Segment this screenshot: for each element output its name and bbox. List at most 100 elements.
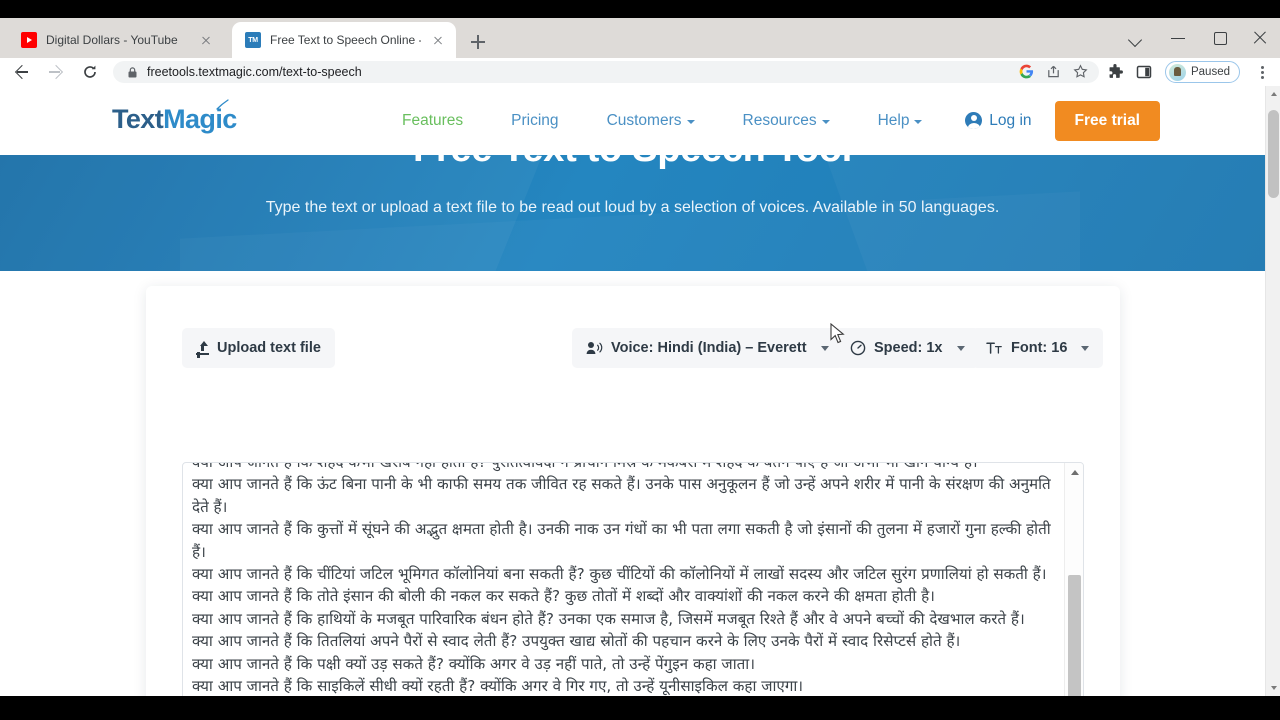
side-panel-icon[interactable] — [1136, 64, 1152, 80]
toolbar-right: Paused — [1107, 61, 1280, 83]
login-label: Log in — [989, 111, 1032, 129]
upload-text-file-button[interactable]: Upload text file — [182, 328, 335, 368]
text-line: क्या आप जानते हैं कि तोते इंसान की बोली … — [192, 587, 935, 606]
nav-label: Resources — [742, 111, 817, 129]
text-line: क्या आप जानते हैं कि तितलियां अपने पैरों… — [192, 632, 961, 651]
text-line: क्या आप जानते हैं कि हाथियों के मजबूत पा… — [192, 609, 1025, 628]
tool-controls: Upload text file Voice: Hindi (India) – … — [182, 328, 1104, 368]
page-viewport: TextMagic Features Pricing Customers Res… — [0, 86, 1280, 696]
close-window-icon[interactable] — [1248, 26, 1272, 50]
voice-icon — [586, 341, 603, 355]
hero-banner: Free Text to Speech Tool Type the text o… — [0, 155, 1265, 271]
youtube-icon — [21, 32, 37, 48]
letterbox-bottom — [0, 696, 1280, 720]
forward-icon[interactable] — [43, 59, 69, 85]
scroll-down-icon[interactable] — [1266, 680, 1280, 696]
chevron-down-icon — [914, 119, 923, 124]
share-icon[interactable] — [1046, 64, 1062, 80]
nav-item-features[interactable]: Features — [378, 112, 487, 130]
page-title: Free Text to Speech Tool — [0, 155, 1265, 171]
chevron-down-icon — [1081, 345, 1090, 351]
text-line: क्या आप जानते हैं कि कुत्तों में सूंघने … — [192, 520, 1051, 561]
nav-label: Features — [402, 111, 464, 129]
textmagic-icon: TM — [245, 32, 261, 48]
profile-chip[interactable]: Paused — [1164, 61, 1240, 83]
hero-subtitle: Type the text or upload a text file to b… — [265, 199, 1000, 216]
text-line: क्या आप जानते हैं कि ऊंट बिना पानी के भी… — [192, 475, 1051, 516]
nav-item-pricing[interactable]: Pricing — [487, 112, 582, 130]
font-label: Font: 16 — [1011, 340, 1068, 356]
text-to-speech-card: Upload text file Voice: Hindi (India) – … — [146, 286, 1120, 696]
nav-item-help[interactable]: Help — [854, 112, 947, 130]
text-line: क्या आप जानते हैं कि पक्षी क्यों उड़ सकत… — [192, 654, 755, 673]
omnibox[interactable]: freetools.textmagic.com/text-to-speech — [113, 61, 1099, 83]
textarea-scrollbar[interactable] — [1064, 463, 1083, 696]
close-icon[interactable] — [430, 32, 446, 48]
avatar — [1168, 63, 1186, 81]
scroll-up-icon[interactable] — [1266, 86, 1280, 102]
chevron-down-icon — [686, 119, 695, 124]
site-nav: Features Pricing Customers Resources Hel… — [378, 86, 946, 155]
nav-item-customers[interactable]: Customers — [583, 112, 719, 130]
new-tab-button[interactable] — [466, 30, 490, 54]
upload-label: Upload text file — [217, 340, 321, 356]
kebab-menu-icon[interactable] — [1253, 63, 1271, 81]
bookmark-star-icon[interactable] — [1073, 64, 1089, 80]
extensions-puzzle-icon[interactable] — [1107, 64, 1123, 80]
browser-toolbar: freetools.textmagic.com/text-to-speech P… — [0, 58, 1280, 86]
logo-text-part1: Text — [112, 104, 164, 134]
nav-label: Pricing — [511, 111, 559, 129]
nav-item-resources[interactable]: Resources — [719, 112, 854, 130]
signal-wave-icon — [215, 98, 231, 112]
reload-icon[interactable] — [77, 59, 103, 85]
lock-icon — [126, 66, 139, 79]
speedometer-icon — [850, 340, 866, 356]
browser-tab-textmagic[interactable]: TM Free Text to Speech Online - Text — [232, 22, 456, 58]
page-scrollbar[interactable] — [1265, 86, 1280, 696]
chevron-down-icon — [956, 345, 965, 351]
text-line: क्या आप जानते हैं कि साइकिलें सीधी क्यों… — [192, 677, 804, 696]
nav-label: Customers — [606, 111, 682, 129]
text-clip: क्या आप जानते हैं कि शहद कभी खराब नहीं ह… — [183, 463, 1064, 696]
tab-title: Free Text to Speech Online - Text — [270, 33, 421, 47]
font-size-icon — [986, 341, 1003, 355]
letterbox-top — [0, 0, 1280, 18]
browser-tabstrip: Digital Dollars - YouTube TM Free Text t… — [0, 18, 1280, 58]
scrollbar-thumb[interactable] — [1268, 110, 1279, 198]
scroll-up-icon[interactable] — [1065, 464, 1083, 481]
omnibox-icons — [1019, 64, 1093, 80]
voice-select[interactable]: Voice: Hindi (India) – Everett — [572, 328, 843, 368]
site-header: TextMagic Features Pricing Customers Res… — [0, 86, 1265, 155]
voice-label: Voice: Hindi (India) – Everett — [611, 340, 807, 356]
back-icon[interactable] — [9, 59, 35, 85]
speed-select[interactable]: Speed: 1x — [836, 328, 979, 368]
text-content: क्या आप जानते हैं कि शहद कभी खराब नहीं ह… — [192, 463, 1056, 696]
nav-label: Help — [877, 111, 910, 129]
minimize-icon[interactable] — [1166, 26, 1190, 50]
chevron-down-icon — [820, 345, 829, 351]
screen: Digital Dollars - YouTube TM Free Text t… — [0, 0, 1280, 720]
chevron-down-icon — [821, 119, 830, 124]
text-line: क्या आप जानते हैं कि शहद कभी खराब नहीं ह… — [192, 463, 1056, 473]
mouse-cursor — [830, 322, 846, 345]
scrollbar-thumb[interactable] — [1068, 575, 1081, 696]
speed-label: Speed: 1x — [874, 340, 943, 356]
address-bar-url: freetools.textmagic.com/text-to-speech — [147, 65, 362, 79]
free-trial-button[interactable]: Free trial — [1054, 100, 1160, 141]
header-actions: Log in Free trial — [965, 86, 1160, 155]
textmagic-logo[interactable]: TextMagic — [112, 99, 237, 134]
window-controls — [1100, 18, 1280, 58]
person-icon — [965, 112, 983, 129]
upload-icon — [196, 341, 209, 355]
text-input-area[interactable]: क्या आप जानते हैं कि शहद कभी खराब नहीं ह… — [182, 462, 1084, 696]
text-line: क्या आप जानते हैं कि चींटियां जटिल भूमिग… — [192, 565, 1047, 584]
login-link[interactable]: Log in — [965, 111, 1032, 130]
close-icon[interactable] — [198, 32, 214, 48]
chevron-down-icon[interactable] — [1124, 26, 1148, 50]
font-size-select[interactable]: Font: 16 — [972, 328, 1104, 368]
browser-tab-youtube[interactable]: Digital Dollars - YouTube — [8, 22, 224, 58]
maximize-icon[interactable] — [1208, 26, 1232, 50]
tab-title: Digital Dollars - YouTube — [46, 33, 178, 47]
profile-status-label: Paused — [1190, 66, 1230, 78]
google-icon[interactable] — [1019, 64, 1035, 80]
